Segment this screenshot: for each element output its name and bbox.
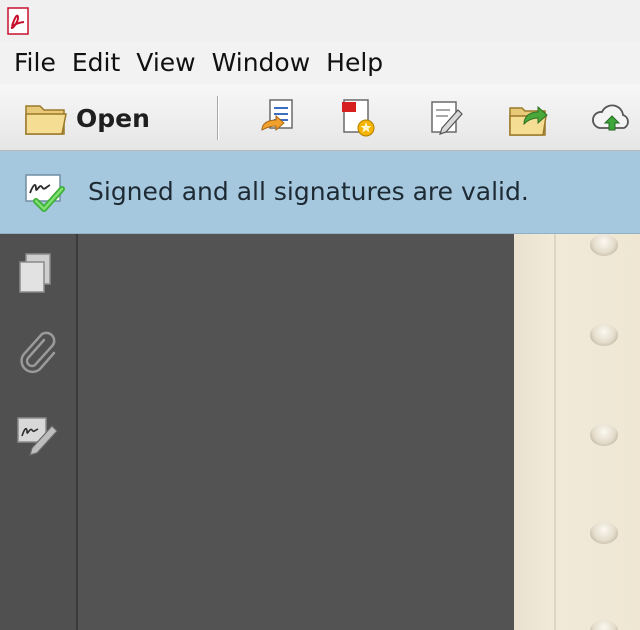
- punch-hole: [590, 522, 618, 544]
- open-button[interactable]: Open: [20, 92, 150, 144]
- create-pdf-icon[interactable]: [336, 96, 380, 140]
- signatures-panel-icon[interactable]: [14, 410, 60, 456]
- signature-valid-icon: [25, 174, 65, 212]
- left-navigation-pane: [0, 234, 78, 630]
- adobe-reader-pdf-icon: [7, 7, 29, 35]
- menu-help[interactable]: Help: [312, 42, 383, 84]
- title-bar: [0, 0, 640, 42]
- edit-pdf-icon[interactable]: [424, 96, 468, 140]
- document-background: [78, 234, 514, 630]
- menu-window[interactable]: Window: [198, 42, 311, 84]
- punch-hole: [590, 234, 618, 256]
- menu-edit[interactable]: Edit: [58, 42, 120, 84]
- toolbar-separator: [217, 96, 219, 140]
- page-margin-line: [554, 234, 556, 630]
- attachments-paperclip-icon[interactable]: [14, 330, 60, 376]
- menu-view[interactable]: View: [122, 42, 195, 84]
- punch-hole: [590, 424, 618, 446]
- punch-hole: [590, 324, 618, 346]
- export-pdf-icon[interactable]: [506, 96, 550, 140]
- punch-hole: [590, 620, 618, 630]
- menu-bar: File Edit View Window Help: [0, 42, 640, 84]
- folder-icon: [25, 105, 67, 135]
- document-page[interactable]: [514, 234, 640, 630]
- cloud-upload-icon[interactable]: [590, 96, 634, 140]
- menu-file[interactable]: File: [0, 42, 56, 84]
- toolbar: Open: [0, 84, 640, 151]
- document-convert-icon[interactable]: [256, 96, 300, 140]
- page-thumbnails-icon[interactable]: [14, 250, 60, 296]
- open-label: Open: [76, 103, 150, 133]
- signature-status-bar: Signed and all signatures are valid.: [0, 151, 640, 234]
- signature-status-message: Signed and all signatures are valid.: [88, 177, 529, 206]
